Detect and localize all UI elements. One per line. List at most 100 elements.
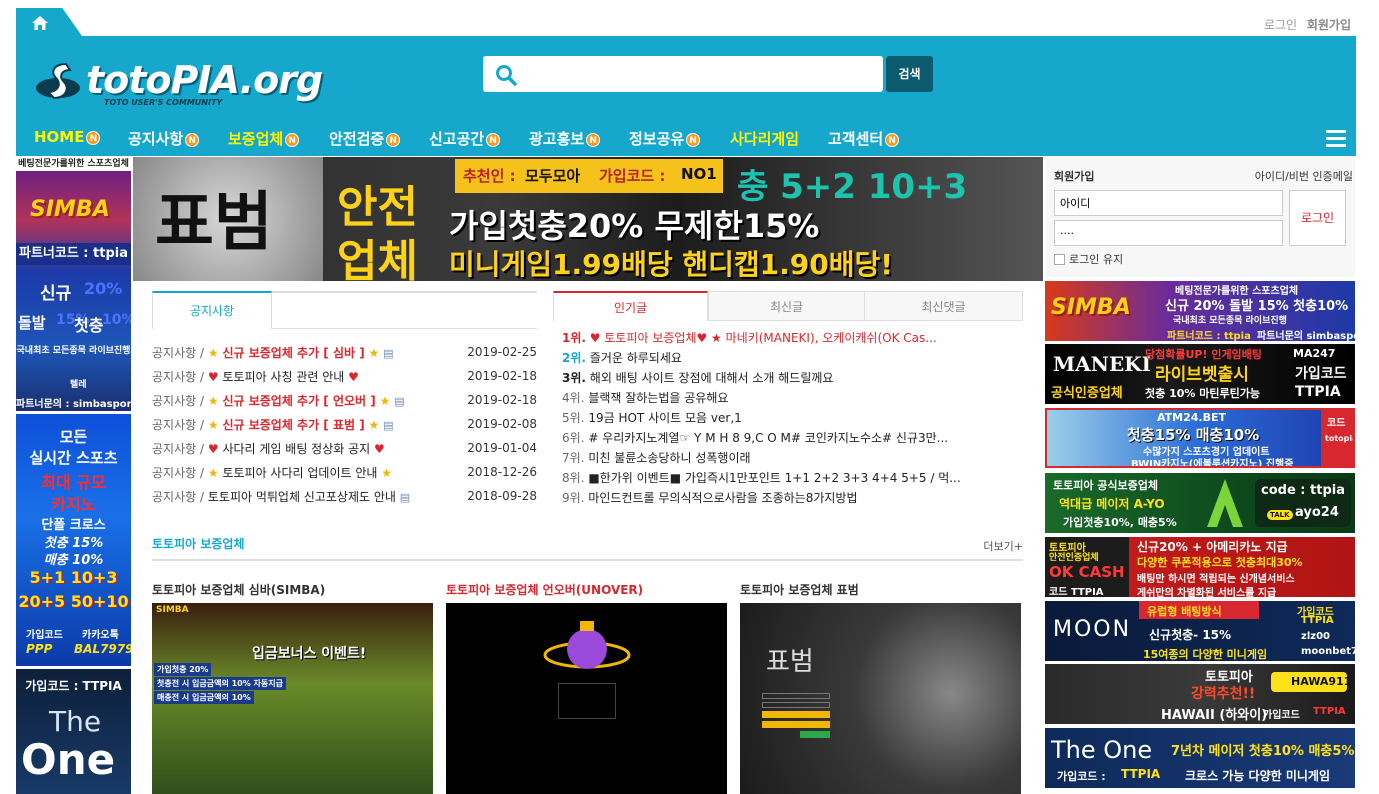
- banner-text: 미니게임1.99배당 핸디캡1.90배당!: [449, 248, 894, 281]
- join-link[interactable]: 회원가입: [1054, 168, 1094, 184]
- popular-title[interactable]: 19금 HOT 사이트 모음 ver,1: [588, 411, 741, 425]
- notice-title[interactable]: 신규 보증업체 추가 [ 언오버 ]: [222, 394, 375, 408]
- popular-row[interactable]: 7위. 미친 불륜소송당하니 성폭행이래: [562, 449, 1022, 469]
- notice-row[interactable]: 공지사항 / 토토피아 먹튀업체 신고포상제도 안내 ▤ 2018-09-28: [152, 488, 537, 512]
- nav-report[interactable]: 신고공간 N: [429, 128, 501, 149]
- banner-text: TALK: [1267, 510, 1293, 520]
- notice-row[interactable]: 공지사항 / ♥ 사다리 게임 배팅 정상화 공지 ♥ 2019-01-04: [152, 440, 537, 464]
- notice-title[interactable]: 신규 보증업체 추가 [ 표범 ]: [222, 418, 364, 432]
- notice-row[interactable]: 공지사항 / ♥ 토토피아 사칭 관련 안내 ♥ 2019-02-18: [152, 368, 537, 392]
- notice-title[interactable]: 토토피아 사다리 업데이트 안내: [222, 466, 377, 480]
- popular-row[interactable]: 3위. 해외 배팅 사이트 장점에 대해서 소개 해드릴께요: [562, 369, 1022, 389]
- card-title[interactable]: 토토피아 보증업체 표범: [740, 581, 1021, 598]
- notice-title[interactable]: 토토피아 사칭 관련 안내: [222, 370, 344, 384]
- banner-text: 최대 규모: [41, 473, 106, 492]
- join-link[interactable]: 회원가입: [1307, 18, 1351, 32]
- tab-latest-comments[interactable]: 최신댓글: [864, 291, 1023, 321]
- banner-text: 파트너문의 : simbasport: [16, 399, 131, 410]
- heart-icon: ♥: [348, 370, 359, 384]
- notice-date: 2018-09-28: [467, 489, 537, 503]
- search-box: [483, 56, 883, 92]
- left-banner-simba[interactable]: 베팅전문가를위한 스포츠업체 SIMBA 파트너코드 : ttpia 신규 20…: [16, 157, 131, 411]
- popular-title[interactable]: 마인드컨트롤 무의식적으로사람을 조종하는8가지방법: [588, 491, 857, 505]
- popular-row[interactable]: 8위. ■한가위 이벤트■ 가입즉시1만포인트 1+1 2+2 3+3 4+4 …: [562, 469, 1022, 489]
- nav-ladder[interactable]: 사다리게임: [730, 128, 799, 149]
- notice-row[interactable]: 공지사항 / ★ 신규 보증업체 추가 [ 심바 ] ★ ▤ 2019-02-25: [152, 344, 537, 368]
- popular-title[interactable]: 블랙잭 잘하는법을 공유해요: [588, 391, 728, 405]
- left-banner-casino[interactable]: 모든 실시간 스포츠 최대 규모 카지노 단폴 크로스 첫충 15% 매충 10…: [16, 414, 131, 666]
- notice-row[interactable]: 공지사항 / ★ 토토피아 사다리 업데이트 안내 ★ 2018-12-26: [152, 464, 537, 488]
- home-tab[interactable]: [16, 8, 82, 36]
- popular-row[interactable]: 9위. 마인드컨트롤 무의식적으로사람을 조종하는8가지방법: [562, 489, 1022, 509]
- new-badge: N: [586, 133, 601, 147]
- guarantee-card-pyobeom[interactable]: 토토피아 보증업체 표범 표범: [740, 581, 1021, 794]
- id-input[interactable]: [1054, 190, 1283, 216]
- card-image[interactable]: [446, 603, 727, 794]
- login-button[interactable]: 로그인: [1289, 190, 1346, 246]
- popular-title[interactable]: 미친 불륜소송당하니 성폭행이래: [588, 451, 750, 465]
- popular-title[interactable]: ■한가위 이벤트■ 가입즉시1만포인트 1+1 2+2 3+3 4+4 5+5 …: [588, 471, 960, 485]
- card-title[interactable]: 토토피아 보증업체 언오버(UNOVER): [446, 581, 727, 598]
- banner-text: NO1: [681, 165, 717, 183]
- tab-notice[interactable]: 공지사항: [152, 291, 272, 329]
- popular-title[interactable]: ♥ 토토피아 보증업체♥ ★ 마네키(MANEKI), 오케이캐쉬(OK Cas…: [590, 331, 937, 345]
- popular-row[interactable]: 5위. 19금 HOT 사이트 모음 ver,1: [562, 409, 1022, 429]
- banner-text: 모든: [59, 428, 88, 446]
- popular-title[interactable]: 해외 배팅 사이트 장점에 대해서 소개 해드릴께요: [590, 371, 834, 385]
- left-banner-theone[interactable]: 가입코드 : TTPIA The One: [16, 669, 131, 794]
- search-button[interactable]: 검색: [886, 56, 933, 92]
- login-link[interactable]: 로그인: [1264, 18, 1297, 32]
- main-banner[interactable]: 표범 안전 업체 추천인 : 모두모아 가입코드 : NO1 충 5+2 10+…: [133, 157, 1043, 281]
- nav-home[interactable]: HOME N: [34, 128, 101, 146]
- more-link[interactable]: 더보기+: [983, 538, 1023, 554]
- keep-login-label: 로그인 유지: [1069, 253, 1124, 266]
- guarantee-card-simba[interactable]: 토토피아 보증업체 심바(SIMBA) SIMBA 입금보너스 이벤트! 가입첫…: [152, 581, 433, 794]
- popular-row[interactable]: 2위. 즐거운 하루되세요: [562, 349, 1022, 369]
- notice-title[interactable]: 신규 보증업체 추가 [ 심바 ]: [222, 346, 364, 360]
- card-image[interactable]: SIMBA 입금보너스 이벤트! 가입첫충 20% 첫충전 시 입금금액의 10…: [152, 603, 433, 794]
- password-input[interactable]: [1054, 220, 1283, 246]
- keep-login-checkbox[interactable]: 로그인 유지: [1054, 251, 1123, 267]
- guarantee-card-unover[interactable]: 토토피아 보증업체 언오버(UNOVER): [446, 581, 727, 794]
- nav-support[interactable]: 고객센터 N: [828, 128, 900, 149]
- main-nav: HOME N 공지사항 N 보증업체 N 안전검증 N 신고공간 N 광고홍보 N 정보공유…: [16, 124, 1356, 154]
- star-icon: ★: [207, 346, 219, 360]
- right-banner-theone[interactable]: The One 7년차 메이저 첫충10% 매충5% 가입코드 : TTPIA …: [1045, 728, 1355, 788]
- notice-row[interactable]: 공지사항 / ★ 신규 보증업체 추가 [ 표범 ] ★ ▤ 2019-02-08: [152, 416, 537, 440]
- banner-text: 텔레: [70, 380, 87, 390]
- hamburger-menu-icon[interactable]: [1326, 130, 1346, 148]
- popular-row[interactable]: 6위. # 우리카지노계열☞ Y M H 8 9,C O M# 코인카지노수소#…: [562, 429, 1022, 449]
- notice-suffix-icons: ♥: [374, 442, 385, 456]
- right-banner-atm24[interactable]: ATM24.BET 첫충15% 매충10% 수많가지 스포츠경기 업데이트 BW…: [1045, 408, 1355, 468]
- popular-title[interactable]: # 우리카지노계열☞ Y M H 8 9,C O M# 코인카지노수소# 신규3…: [588, 431, 948, 445]
- banner-text: 카지노: [51, 495, 96, 514]
- popular-row[interactable]: 4위. 블랙잭 잘하는법을 공유해요: [562, 389, 1022, 409]
- popular-title[interactable]: 즐거운 하루되세요: [590, 351, 682, 365]
- tab-popular[interactable]: 인기글: [553, 291, 708, 321]
- right-banner-maneki[interactable]: MANEKI 공식인증업체 당첨확률UP! 인게임배팅 라이브벳출시 첫충 10…: [1045, 344, 1355, 404]
- banner-brand: ATM24.BET: [1157, 411, 1226, 424]
- nav-guarantee[interactable]: 보증업체 N: [228, 128, 300, 149]
- site-logo[interactable]: totoPIA.org TOTO USER'S COMMUNITY: [34, 54, 334, 114]
- nav-notice[interactable]: 공지사항 N: [128, 128, 200, 149]
- notice-title[interactable]: 토토피아 먹튀업체 신고포상제도 안내: [208, 490, 396, 504]
- card-image[interactable]: 표범: [740, 603, 1021, 794]
- notice-row[interactable]: 공지사항 / ★ 신규 보증업체 추가 [ 언오버 ] ★ ▤ 2019-02-1…: [152, 392, 537, 416]
- banner-text: 역대급 메이저 A-YO: [1059, 497, 1165, 511]
- right-banner-simba[interactable]: SIMBA 베팅전문가를위한 스포츠업체 신규 20% 돌발 15% 첫충10%…: [1045, 281, 1355, 341]
- card-title[interactable]: 토토피아 보증업체 심바(SIMBA): [152, 581, 433, 598]
- banner-text: 첫충: [74, 316, 104, 335]
- find-account-link[interactable]: 아이디/비번 인증메일: [1255, 168, 1353, 184]
- popular-row[interactable]: 1위. ♥ 토토피아 보증업체♥ ★ 마네키(MANEKI), 오케이캐쉬(OK…: [562, 329, 1022, 349]
- right-banner-hawaii[interactable]: 토토피아 강력추천!! HAWAII (하와이) HAWA911 가입코드 TT…: [1045, 664, 1355, 724]
- right-banner-moon[interactable]: MOON 유럽형 배팅방식 가입코드 TTPIA 신규첫충- 15% 15여종의…: [1045, 601, 1355, 661]
- notice-title[interactable]: 사다리 게임 배팅 정상화 공지: [222, 442, 370, 456]
- right-banner-okcash[interactable]: 토토피아 안전인증업체 OK CASH 코드 TTPIA 신규20% + 아메리…: [1045, 537, 1355, 597]
- nav-verify[interactable]: 안전검증 N: [329, 128, 401, 149]
- tab-latest[interactable]: 최신글: [708, 291, 865, 321]
- search-input[interactable]: [527, 62, 867, 86]
- nav-info[interactable]: 정보공유 N: [629, 128, 701, 149]
- search-icon[interactable]: [495, 64, 517, 86]
- nav-ads[interactable]: 광고홍보 N: [529, 128, 601, 149]
- right-banner-ayo[interactable]: 토토피아 공식보증업체 역대급 메이저 A-YO 가입첫충10%, 매충5% c…: [1045, 473, 1355, 533]
